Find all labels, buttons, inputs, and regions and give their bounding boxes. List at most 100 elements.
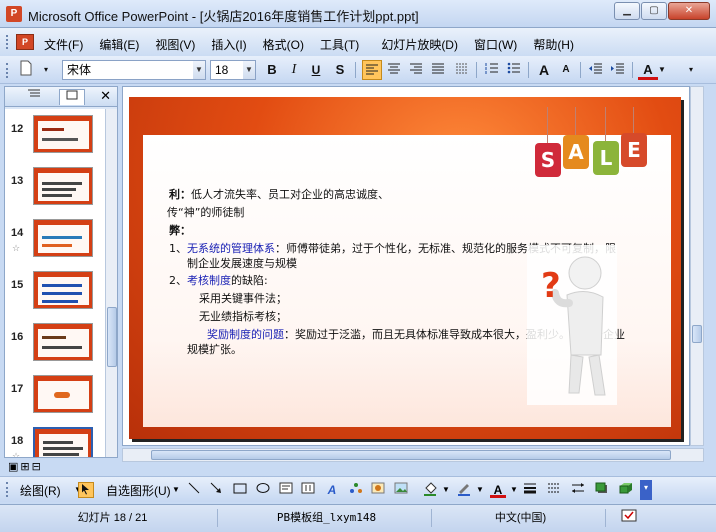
oval-tool-icon[interactable] bbox=[255, 482, 271, 498]
slide-thumbnail[interactable] bbox=[33, 323, 93, 361]
textbox-tool-icon[interactable] bbox=[278, 482, 294, 498]
bold-button[interactable]: B bbox=[262, 60, 282, 80]
thumbnail-scrollbar[interactable] bbox=[105, 109, 117, 457]
toolbar-options-icon[interactable]: ▾ bbox=[36, 60, 56, 80]
normal-view-icon[interactable]: ▣ bbox=[8, 460, 18, 473]
underline-button[interactable]: U bbox=[306, 60, 326, 80]
thumbnail-item[interactable]: 12 bbox=[5, 113, 105, 161]
arrow-style-icon[interactable] bbox=[570, 482, 586, 498]
autoshapes-menu-button[interactable]: 自选图形(U) bbox=[106, 482, 171, 499]
slide-thumbnail[interactable] bbox=[33, 271, 93, 309]
minimize-button[interactable]: ▁ bbox=[614, 2, 640, 20]
outline-tab[interactable] bbox=[21, 89, 47, 105]
line-color-icon[interactable] bbox=[456, 482, 472, 498]
shadow-style-icon[interactable] bbox=[594, 482, 610, 498]
fill-color-dropdown-icon[interactable]: ▼ bbox=[438, 482, 454, 498]
menu-view[interactable]: 视图(V) bbox=[155, 36, 195, 53]
menu-file[interactable]: 文件(F) bbox=[44, 36, 83, 53]
shadow-button[interactable]: S bbox=[330, 60, 350, 80]
justify-icon[interactable] bbox=[452, 60, 472, 80]
toolbar-more-options-icon[interactable]: ▾ bbox=[684, 60, 698, 80]
text-line: 传“神”的师徒制 bbox=[167, 206, 245, 219]
font-name-combo[interactable]: 宋体 ▼ bbox=[62, 60, 206, 80]
slide-horizontal-scroll-thumb[interactable] bbox=[151, 450, 671, 460]
clipart-icon[interactable] bbox=[370, 482, 386, 498]
slide-vertical-scroll-thumb[interactable] bbox=[692, 325, 702, 343]
italic-button[interactable]: I bbox=[284, 60, 304, 80]
thumbnail-item[interactable]: 16 bbox=[5, 321, 105, 369]
toolbar-grip-handle[interactable] bbox=[6, 63, 10, 78]
numbered-list-icon[interactable] bbox=[482, 60, 502, 80]
menu-slideshow[interactable]: 幻灯片放映(D) bbox=[381, 36, 458, 53]
thumbnail-item[interactable]: 13 bbox=[5, 165, 105, 213]
panel-close-icon[interactable]: ✕ bbox=[100, 88, 111, 104]
slide-sorter-view-icon[interactable]: ⊞ bbox=[20, 460, 29, 473]
line-style-icon[interactable] bbox=[522, 482, 538, 498]
menu-format[interactable]: 格式(O) bbox=[263, 36, 304, 53]
drawbar-grip-handle[interactable] bbox=[6, 482, 10, 497]
increase-indent-icon[interactable] bbox=[608, 60, 628, 80]
thumbnail-item[interactable]: 15 bbox=[5, 269, 105, 317]
powerpoint-app-icon[interactable]: P bbox=[6, 6, 22, 22]
arrow-tool-icon[interactable] bbox=[208, 482, 224, 498]
align-center-icon[interactable] bbox=[384, 60, 404, 80]
rectangle-tool-icon[interactable] bbox=[232, 482, 248, 498]
new-document-icon[interactable] bbox=[16, 60, 36, 80]
slide-vertical-scrollbar[interactable] bbox=[690, 86, 704, 446]
draw-font-color-dropdown-icon[interactable]: ▼ bbox=[506, 482, 522, 498]
thumbnail-scroll-thumb[interactable] bbox=[107, 307, 117, 367]
draw-font-color-icon[interactable]: A bbox=[490, 482, 506, 498]
draw-menu-button[interactable]: 绘图(R) bbox=[20, 482, 61, 499]
menubar-grip-handle[interactable] bbox=[6, 35, 10, 49]
slide-thumbnail[interactable] bbox=[33, 375, 93, 413]
maximize-button[interactable]: ▢ bbox=[641, 2, 667, 20]
thumbnail-list[interactable]: 12 13 14 ☆ 15 16 17 18 ☆ bbox=[5, 109, 105, 457]
vertical-textbox-icon[interactable] bbox=[300, 482, 316, 498]
menu-insert[interactable]: 插入(I) bbox=[211, 36, 246, 53]
line-tool-icon[interactable] bbox=[186, 482, 202, 498]
font-size-combo[interactable]: 18 ▼ bbox=[210, 60, 256, 80]
autoshapes-dropdown-icon[interactable]: ▼ bbox=[168, 482, 184, 498]
slide-thumbnail[interactable] bbox=[33, 115, 93, 153]
menu-window[interactable]: 窗口(W) bbox=[474, 36, 517, 53]
slide-canvas[interactable]: S A L E 利：低人才流失率、员工对企业的高忠诚度、 传“神”的师徒制 弊：… bbox=[129, 97, 681, 439]
slides-tab[interactable] bbox=[59, 89, 85, 105]
align-left-icon[interactable] bbox=[362, 60, 382, 80]
wordart-icon[interactable]: A bbox=[324, 482, 340, 498]
thumbnail-item-selected[interactable]: 18 ☆ bbox=[5, 425, 105, 457]
diagram-icon[interactable] bbox=[348, 482, 364, 498]
3d-style-icon[interactable] bbox=[618, 482, 634, 498]
align-right-icon[interactable] bbox=[406, 60, 426, 80]
font-color-dropdown-icon[interactable]: ▼ bbox=[656, 60, 668, 80]
bulleted-list-icon[interactable] bbox=[504, 60, 524, 80]
slide-thumbnail[interactable] bbox=[33, 167, 93, 205]
font-name-dropdown-icon[interactable]: ▼ bbox=[193, 61, 205, 79]
line-color-dropdown-icon[interactable]: ▼ bbox=[472, 482, 488, 498]
font-size-dropdown-icon[interactable]: ▼ bbox=[243, 61, 255, 79]
thumbnail-item[interactable]: 14 ☆ bbox=[5, 217, 105, 265]
slide-thumbnail[interactable] bbox=[33, 427, 93, 457]
drawbar-more-options-icon[interactable]: ▾ bbox=[640, 480, 652, 500]
close-button[interactable]: ✕ bbox=[668, 2, 710, 20]
slide-editing-area[interactable]: S A L E 利：低人才流失率、员工对企业的高忠诚度、 传“神”的师徒制 弊：… bbox=[122, 86, 690, 446]
dash-style-icon[interactable] bbox=[546, 482, 562, 498]
insert-picture-icon[interactable] bbox=[393, 482, 409, 498]
slideshow-view-icon[interactable]: ⊟ bbox=[32, 460, 41, 473]
slide-number: 16 bbox=[11, 331, 24, 343]
slide-horizontal-scrollbar[interactable] bbox=[122, 448, 704, 462]
select-pointer-icon[interactable] bbox=[78, 482, 94, 498]
menu-help[interactable]: 帮助(H) bbox=[533, 36, 574, 53]
menu-edit[interactable]: 编辑(E) bbox=[99, 36, 139, 53]
document-icon[interactable]: P bbox=[16, 34, 34, 50]
decrease-font-size-button[interactable]: A bbox=[556, 60, 576, 80]
toolbar-separator bbox=[580, 62, 581, 78]
distributed-align-icon[interactable] bbox=[428, 60, 448, 80]
fill-color-icon[interactable] bbox=[422, 482, 438, 498]
decrease-indent-icon[interactable] bbox=[586, 60, 606, 80]
menu-tools[interactable]: 工具(T) bbox=[320, 36, 359, 53]
font-color-button[interactable]: A bbox=[638, 60, 658, 80]
thumbnail-item[interactable]: 17 bbox=[5, 373, 105, 421]
slide-thumbnail[interactable] bbox=[33, 219, 93, 257]
spell-check-icon[interactable] bbox=[610, 509, 650, 527]
increase-font-size-button[interactable]: A bbox=[534, 60, 554, 80]
